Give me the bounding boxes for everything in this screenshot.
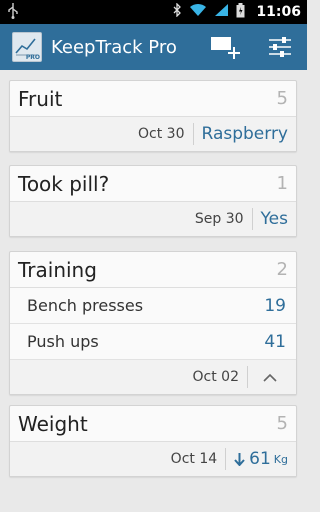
last-entry-value[interactable]: Raspberry <box>194 124 289 144</box>
card-footer: Oct 02 <box>10 360 296 394</box>
card-count: 2 <box>276 259 288 280</box>
card-header: Fruit 5 <box>10 81 296 117</box>
card-count: 1 <box>276 173 288 194</box>
card-header: Took pill? 1 <box>10 166 296 202</box>
card-header: Training 2 <box>10 252 296 288</box>
signal-icon <box>214 3 229 21</box>
tracker-card-training[interactable]: Training 2 Bench presses 19 Push ups 41 … <box>9 251 297 395</box>
last-entry-value[interactable]: Yes <box>253 209 288 229</box>
last-entry-value: 61 <box>249 449 271 469</box>
card-footer: Oct 30 Raspberry <box>10 117 296 151</box>
tracker-card-took-pill[interactable]: Took pill? 1 Sep 30 Yes <box>9 165 297 237</box>
pro-badge: PRO <box>25 54 40 61</box>
card-title: Took pill? <box>18 171 110 196</box>
last-entry-date: Oct 30 <box>138 126 185 142</box>
usb-icon <box>8 3 18 23</box>
row-value: 19 <box>264 295 286 316</box>
bluetooth-icon <box>173 2 182 21</box>
last-entry-date: Sep 30 <box>194 211 244 227</box>
card-title: Training <box>18 257 97 282</box>
unit-label: Kg <box>273 452 288 466</box>
card-count: 5 <box>276 88 288 109</box>
list-item[interactable]: Bench presses 19 <box>10 288 296 324</box>
collapse-button[interactable] <box>252 366 288 388</box>
status-time: 11:06 <box>256 4 301 20</box>
app-title: KeepTrack Pro <box>51 36 177 58</box>
app-logo[interactable]: PRO <box>12 32 42 62</box>
card-footer: Sep 30 Yes <box>10 202 296 236</box>
divider <box>247 366 248 388</box>
last-entry-date: Oct 14 <box>170 451 218 467</box>
tracker-card-fruit[interactable]: Fruit 5 Oct 30 Raspberry <box>9 80 297 152</box>
card-footer: Oct 14 61 Kg <box>10 442 296 476</box>
wifi-icon <box>189 3 207 21</box>
card-title: Weight <box>18 411 88 436</box>
settings-sliders-icon <box>269 37 291 57</box>
add-tracker-icon <box>211 37 240 59</box>
row-label: Bench presses <box>27 296 144 315</box>
arrow-down-icon <box>234 453 245 466</box>
status-bar: 11:06 <box>0 0 307 24</box>
tracker-card-weight[interactable]: Weight 5 Oct 14 61 Kg <box>9 405 297 477</box>
row-label: Push ups <box>27 332 99 351</box>
last-entry-date: Oct 02 <box>192 369 239 385</box>
settings-button[interactable] <box>264 33 296 61</box>
list-item[interactable]: Push ups 41 <box>10 324 296 360</box>
card-title: Fruit <box>18 86 63 111</box>
action-bar: PRO KeepTrack Pro <box>0 24 307 70</box>
last-entry-value-group[interactable]: 61 Kg <box>226 449 288 469</box>
card-header: Weight 5 <box>10 406 296 442</box>
add-tracker-button[interactable] <box>209 33 241 61</box>
chevron-up-icon <box>263 373 277 382</box>
battery-icon <box>236 2 245 22</box>
card-count: 5 <box>276 413 288 434</box>
row-value: 41 <box>264 331 286 352</box>
